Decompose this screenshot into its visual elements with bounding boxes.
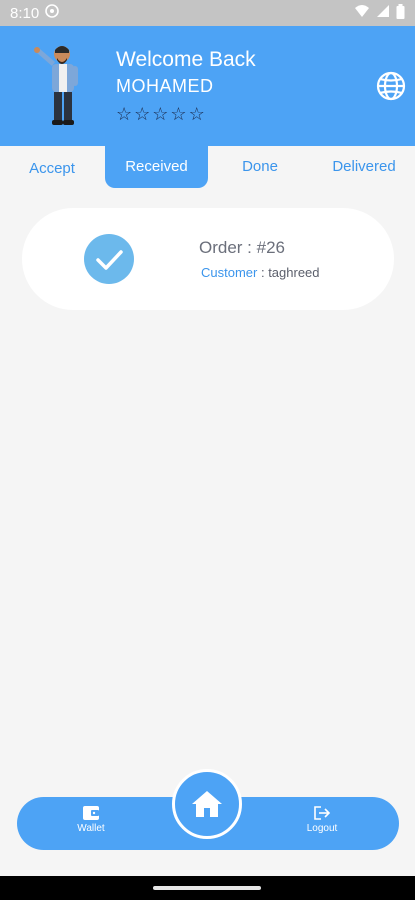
language-globe-icon[interactable] (375, 70, 407, 102)
home-icon (192, 791, 222, 817)
username: MOHAMED (116, 76, 214, 96)
customer-line: Customer : taghreed (201, 265, 320, 280)
order-status-tabs: Accept Received Done Delivered (0, 146, 415, 190)
order-number: Order : #26 (199, 238, 285, 257)
wifi-icon (354, 4, 370, 22)
tab-accept[interactable]: Accept (14, 148, 90, 190)
logout-label: Logout (306, 823, 338, 834)
status-bar: 8:10 (0, 0, 415, 26)
app-notification-icon (45, 4, 60, 22)
avatar (28, 44, 92, 126)
battery-icon (396, 3, 405, 23)
tab-done[interactable]: Done (225, 146, 295, 188)
status-time: 8:10 (10, 4, 40, 22)
wallet-icon (83, 806, 99, 820)
order-card[interactable]: Order : #26 Customer : taghreed (22, 208, 394, 310)
star-icon[interactable]: ☆ (170, 104, 186, 125)
customer-label: Customer (201, 265, 258, 280)
home-button[interactable] (172, 769, 242, 839)
logout-icon (314, 806, 331, 820)
tab-delivered[interactable]: Delivered (325, 146, 403, 188)
customer-name: : taghreed (257, 265, 320, 280)
rating-stars[interactable]: ☆ ☆ ☆ ☆ ☆ (116, 104, 205, 125)
star-icon[interactable]: ☆ (116, 104, 132, 125)
tab-received[interactable]: Received (105, 146, 208, 188)
star-icon[interactable]: ☆ (189, 104, 205, 125)
wallet-button[interactable]: Wallet (56, 805, 126, 834)
wallet-label: Wallet (77, 823, 105, 834)
star-icon[interactable]: ☆ (134, 104, 150, 125)
home-indicator[interactable] (153, 886, 261, 890)
check-icon (84, 234, 134, 284)
logout-button[interactable]: Logout (287, 805, 357, 834)
signal-icon (376, 4, 390, 22)
welcome-text: Welcome Back (116, 48, 256, 71)
profile-header: Welcome Back MOHAMED ☆ ☆ ☆ ☆ ☆ (0, 26, 415, 146)
star-icon[interactable]: ☆ (152, 104, 168, 125)
